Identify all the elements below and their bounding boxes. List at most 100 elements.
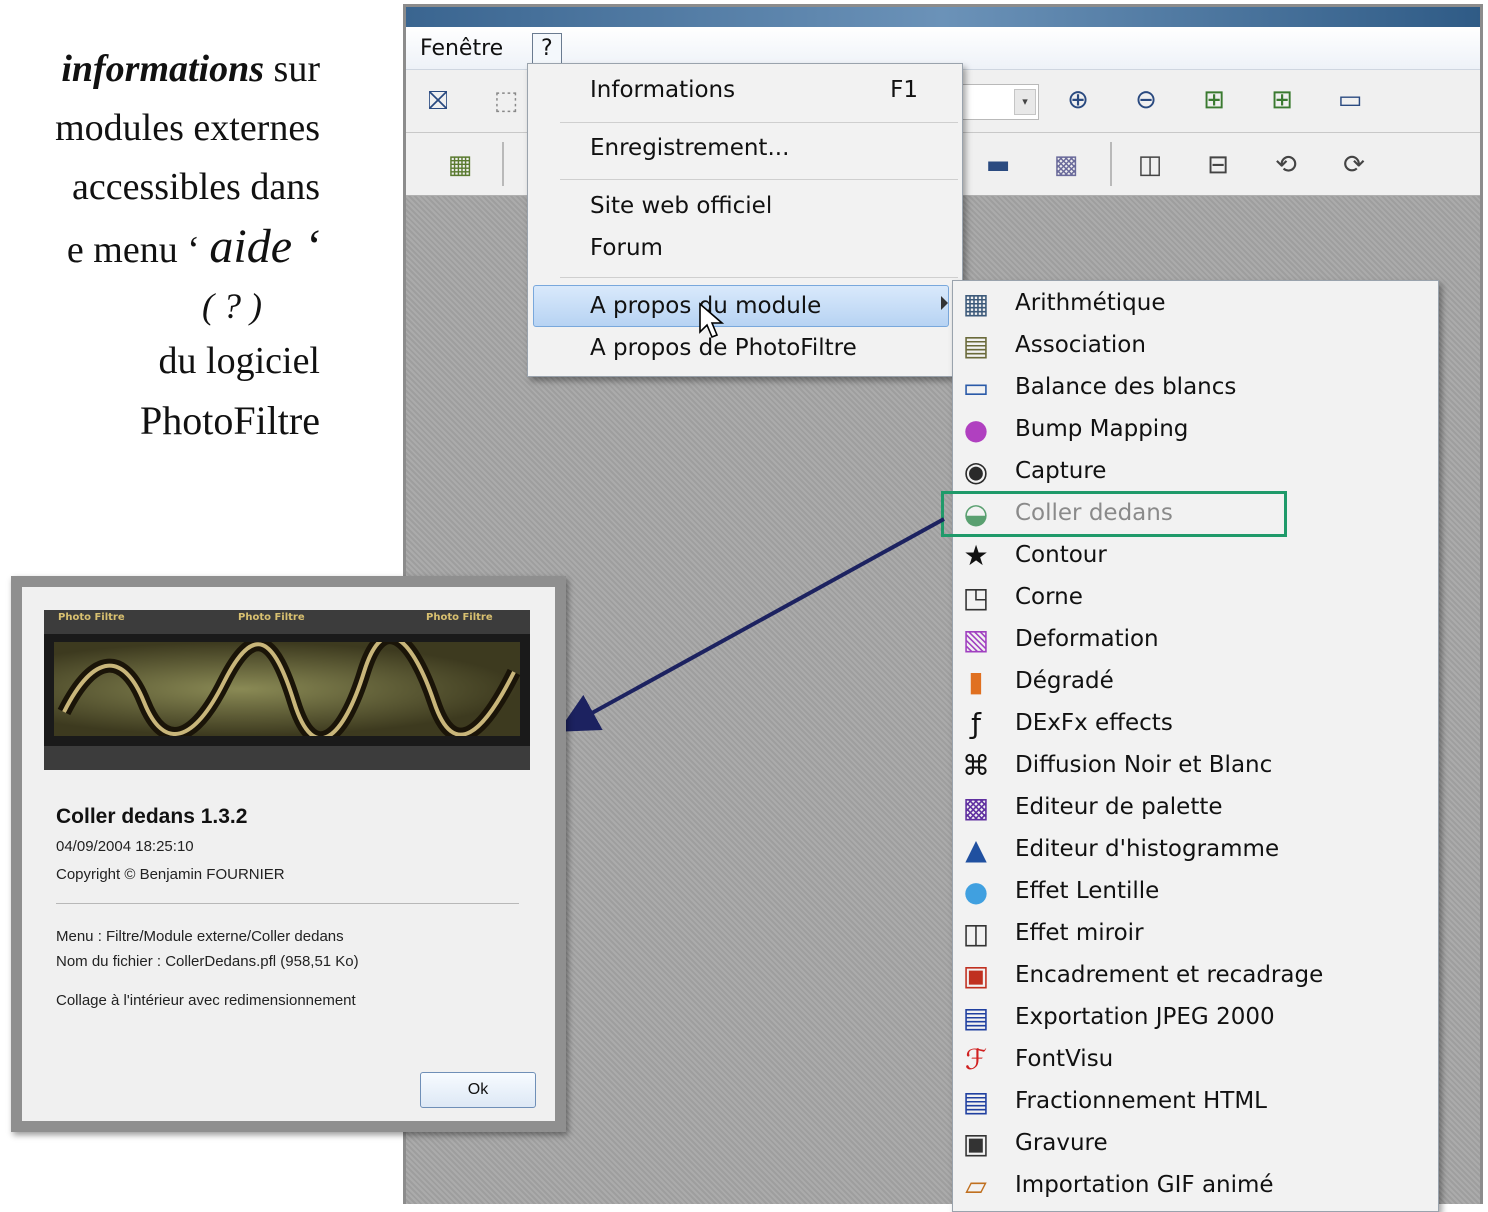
submenu-item-label: Dégradé (1015, 668, 1114, 694)
coller-dedans-highlight-box (941, 491, 1287, 537)
submenu-item[interactable]: ▣ Gravure (953, 1124, 1438, 1166)
diffusion-icon: ⌘ (962, 749, 990, 782)
film-label-3: Photo Filtre (426, 612, 493, 623)
caption-text: informations sur modules externes access… (0, 40, 320, 451)
monitor-icon[interactable]: ▬ (982, 149, 1014, 181)
submenu-item[interactable]: ★ Contour (953, 536, 1438, 578)
submenu-item-label: Importation GIF animé (1015, 1172, 1274, 1198)
mouse-cursor-icon (699, 302, 725, 339)
shortcut-f1: F1 (890, 77, 918, 103)
engraving-icon: ▣ (962, 1127, 990, 1160)
flip-icon[interactable]: ⊟ (1202, 149, 1234, 181)
selection-icon[interactable]: ⬚ (490, 85, 522, 117)
texture-icon[interactable]: ▩ (1050, 149, 1082, 181)
calculator-icon: ▦ (962, 287, 990, 320)
submenu-item[interactable]: ℱ FontVisu (953, 1040, 1438, 1082)
menu-item-site-web[interactable]: Site web officiel (590, 193, 772, 219)
banner-image (54, 642, 520, 736)
caption-line6: du logiciel (158, 340, 320, 382)
caption-line2: modules externes (55, 107, 320, 149)
submenu-item[interactable]: ● Effet Lentille (953, 872, 1438, 914)
modules-submenu: ▦ Arithmétique ▤ Association ▭ Balance des bl… (952, 280, 1439, 1212)
rotate-left-icon[interactable]: ⟲ (1270, 149, 1302, 181)
submenu-item[interactable]: ▧ Deformation (953, 620, 1438, 662)
submenu-item[interactable]: ▤ Association (953, 326, 1438, 368)
dialog-title: Coller dedans 1.3.2 (56, 805, 248, 828)
font-icon: ℱ (964, 1043, 987, 1076)
submenu-item-label: Encadrement et recadrage (1015, 962, 1324, 988)
submenu-item[interactable]: ▱ Importation GIF animé (953, 1166, 1438, 1208)
jpeg2000-icon: ▤ (962, 1001, 990, 1034)
about-dialog: Photo Filtre Photo Filtre Photo Filtre C… (11, 576, 566, 1132)
submenu-item[interactable]: ● Bump Mapping (953, 410, 1438, 452)
association-icon: ▤ (962, 329, 990, 362)
mirror-icon[interactable]: ◫ (1134, 149, 1166, 181)
caption-line3: accessibles dans (72, 166, 320, 208)
rotate-right-icon[interactable]: ⟳ (1338, 149, 1370, 181)
fullscreen-icon[interactable]: ▭ (1334, 84, 1366, 116)
submenu-item-label: DExFx effects (1015, 710, 1173, 736)
submenu-item-label: Gravure (1015, 1130, 1108, 1156)
submenu-item[interactable]: ▩ Editeur de palette (953, 788, 1438, 830)
title-bar (406, 7, 1480, 27)
monitor-icon: ▭ (962, 371, 990, 404)
submenu-item[interactable]: ◫ Effet miroir (953, 914, 1438, 956)
dialog-description: Collage à l'intérieur avec redimensionne… (56, 992, 356, 1009)
lens-icon: ● (963, 875, 989, 908)
submenu-item-label: Association (1015, 332, 1146, 358)
histogram-icon: ▲ (965, 833, 987, 866)
zoom-out-icon[interactable]: ⊖ (1130, 84, 1162, 116)
dialog-copyright: Copyright © Benjamin FOURNIER (56, 866, 285, 883)
menu-fenetre[interactable]: Fenêtre (420, 36, 503, 61)
chevron-down-icon[interactable]: ▾ (1014, 89, 1036, 115)
exit-icon[interactable]: ⛝ (422, 85, 454, 117)
caption-question: ( ? ) (202, 286, 262, 326)
submenu-item-label: Editeur de palette (1015, 794, 1223, 820)
menu-item-enregistrement[interactable]: Enregistrement... (590, 135, 789, 161)
actual-size-icon[interactable]: ⊞ (1266, 84, 1298, 116)
fit-window-icon[interactable]: ⊞ (1198, 84, 1230, 116)
submenu-item[interactable]: ▤ Exportation JPEG 2000 (953, 998, 1438, 1040)
menu-item-forum[interactable]: Forum (590, 235, 663, 261)
submenu-item-label: Diffusion Noir et Blanc (1015, 752, 1273, 778)
zoom-in-icon[interactable]: ⊕ (1062, 84, 1094, 116)
submenu-item[interactable]: ▣ Encadrement et recadrage (953, 956, 1438, 998)
submenu-item[interactable]: ▦ Arithmétique (953, 284, 1438, 326)
gradient-icon: ▮ (968, 665, 984, 698)
caption-informations: informations (61, 48, 265, 90)
submenu-item-label: Contour (1015, 542, 1107, 568)
dialog-file-name: Nom du fichier : CollerDedans.pfl (958,5… (56, 953, 359, 970)
submenu-item[interactable]: ▤ Fractionnement HTML (953, 1082, 1438, 1124)
film-label-1: Photo Filtre (58, 612, 125, 623)
dialog-date: 04/09/2004 18:25:10 (56, 838, 194, 855)
grid-icon[interactable]: ▦ (444, 149, 476, 181)
submenu-item[interactable]: ◳ Corne (953, 578, 1438, 620)
submenu-item[interactable]: ƒ DExFx effects (953, 704, 1438, 746)
caption-photofiltre: PhotoFiltre (139, 398, 320, 443)
submenu-arrow-icon (941, 296, 948, 310)
submenu-item-label: Capture (1015, 458, 1107, 484)
submenu-item-label: Editeur d'histogramme (1015, 836, 1280, 862)
submenu-item-label: Effet Lentille (1015, 878, 1160, 904)
filmstrip-banner: Photo Filtre Photo Filtre Photo Filtre (44, 610, 530, 770)
submenu-item[interactable]: ◉ Capture (953, 452, 1438, 494)
submenu-item[interactable]: ▮ Dégradé (953, 662, 1438, 704)
gif-icon: ▱ (965, 1169, 987, 1202)
submenu-item-label: FontVisu (1015, 1046, 1114, 1072)
submenu-item-label: Corne (1015, 584, 1083, 610)
menu-item-informations[interactable]: Informations (590, 77, 735, 103)
submenu-item-label: Bump Mapping (1015, 416, 1189, 442)
submenu-item[interactable]: ▭ Balance des blancs (953, 368, 1438, 410)
fx-icon: ƒ (971, 707, 981, 740)
submenu-item-label: Arithmétique (1015, 290, 1166, 316)
star-icon: ★ (963, 539, 989, 572)
zoom-combo[interactable]: ▾ (959, 84, 1039, 120)
deformation-icon: ▧ (962, 623, 990, 656)
submenu-item[interactable]: ⌘ Diffusion Noir et Blanc (953, 746, 1438, 788)
ok-button[interactable]: Ok (420, 1072, 536, 1108)
submenu-item-label: Exportation JPEG 2000 (1015, 1004, 1275, 1030)
submenu-item[interactable]: ▲ Editeur d'histogramme (953, 830, 1438, 872)
caption-aide: aide ‘ (209, 220, 320, 273)
menu-help[interactable]: ? (532, 33, 562, 65)
frame-icon: ▣ (962, 959, 990, 992)
